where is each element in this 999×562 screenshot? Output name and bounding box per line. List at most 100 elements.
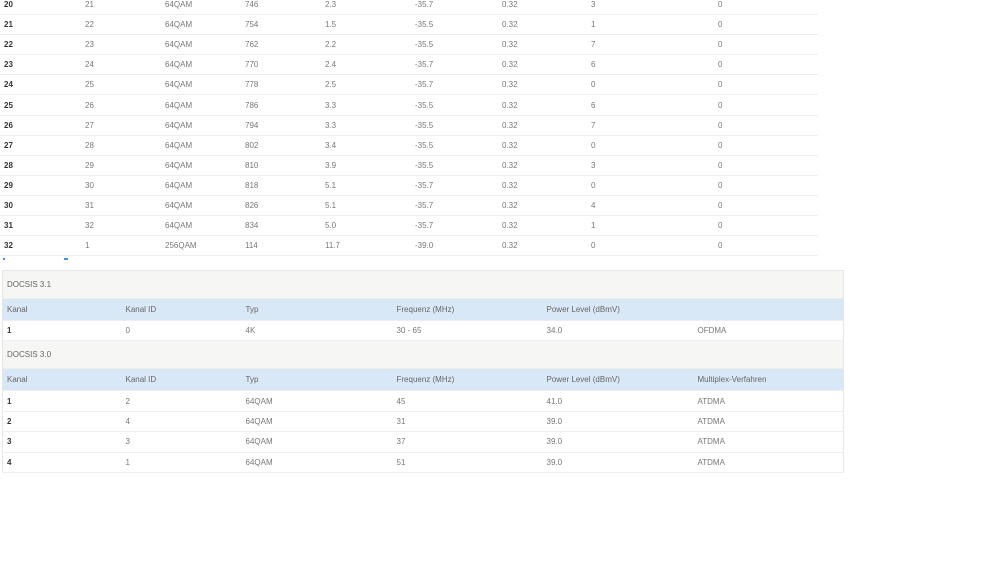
table-cell: 0 [718, 0, 818, 16]
table-cell: 7 [591, 34, 718, 56]
table-row: 24 25 64QAM 778 2.5 -35.7 0.32 0 0 [0, 74, 818, 96]
table-cell: 5.0 [325, 215, 415, 237]
table-cell: 3 [121, 431, 242, 453]
table-cell: 31 [0, 215, 85, 237]
table-cell: 1 [85, 235, 165, 257]
table-row: 3 3 64QAM 37 39.0 ATDMA [2, 431, 844, 453]
table-cell: 64QAM [165, 135, 245, 156]
table-cell: 0 [718, 74, 818, 96]
table-cell: 45 [392, 390, 543, 412]
table-row: 2 4 64QAM 31 39.0 ATDMA [2, 411, 844, 433]
table-cell: -35.5 [415, 34, 502, 56]
table-row: 27 28 64QAM 802 3.4 -35.5 0.32 0 0 [0, 135, 818, 156]
table-cell: 2.2 [325, 34, 415, 56]
table-cell: 0 [591, 74, 718, 96]
link-fragment [64, 258, 68, 260]
table-cell: -35.7 [415, 54, 502, 76]
table-cell: 0.32 [502, 175, 591, 196]
table-row: 23 24 64QAM 770 2.4 -35.7 0.32 6 0 [0, 54, 818, 76]
downstream-table: 20 21 64QAM 746 2.3 -35.7 0.32 3 0 21 22 64QAM 754 1.… [0, 0, 818, 257]
table-cell: ATDMA [693, 411, 844, 433]
table-row: 22 23 64QAM 762 2.2 -35.5 0.32 7 0 [0, 34, 818, 56]
table-cell: 39.0 [542, 411, 694, 433]
table-cell: 0 [718, 215, 818, 237]
table-cell: -35.5 [415, 135, 502, 156]
table-cell: 0.32 [502, 54, 591, 76]
column-header: Power Level (dBmV) [542, 368, 694, 392]
table-row: 1 2 64QAM 45 41.0 ATDMA [2, 390, 844, 412]
table-cell: 2.3 [325, 0, 415, 16]
table-cell: 32 [85, 215, 165, 237]
table-cell: 64QAM [165, 14, 245, 36]
table-cell: 3 [591, 155, 718, 176]
table-cell: ATDMA [693, 390, 844, 412]
table-cell: 64QAM [165, 74, 245, 96]
table-cell: 0 [718, 155, 818, 176]
table-cell: 4 [2, 452, 122, 473]
table-cell: 1 [2, 390, 122, 412]
table-cell: 0 [591, 235, 718, 257]
table-cell: 64QAM [165, 115, 245, 136]
table-cell: 0.32 [502, 195, 591, 217]
table-row: 28 29 64QAM 810 3.9 -35.5 0.32 3 0 [0, 155, 818, 176]
table-cell: 20 [0, 0, 85, 16]
table-cell: 5.1 [325, 195, 415, 217]
table-cell: 786 [245, 94, 325, 116]
table-cell: 3.3 [325, 94, 415, 116]
table-row: 20 21 64QAM 746 2.3 -35.7 0.32 3 0 [0, 0, 818, 16]
column-header: Kanal [2, 298, 122, 321]
table-cell: -35.7 [415, 0, 502, 16]
column-header-row: Kanal Kanal ID Typ Frequenz (MHz) Power Leve… [2, 298, 844, 321]
table-cell: 0.32 [502, 155, 591, 176]
table-cell: 0 [718, 54, 818, 76]
table-cell: 64QAM [165, 195, 245, 217]
table-cell: 802 [245, 135, 325, 156]
table-row: 30 31 64QAM 826 5.1 -35.7 0.32 4 0 [0, 195, 818, 217]
table-cell: 51 [392, 452, 543, 473]
table-cell: 2 [2, 411, 122, 433]
table-cell: 3 [591, 0, 718, 16]
table-cell: 754 [245, 14, 325, 36]
table-cell: 0.32 [502, 14, 591, 36]
table-cell: 0 [591, 135, 718, 156]
table-cell: 770 [245, 54, 325, 76]
table-cell: 24 [85, 54, 165, 76]
section-title: DOCSIS 3.0 [2, 340, 844, 370]
column-header: Typ [241, 368, 393, 392]
table-cell: 0 [121, 320, 242, 342]
table-row: 4 1 64QAM 51 39.0 ATDMA [2, 452, 844, 473]
table-cell: 7 [591, 115, 718, 136]
table-cell: 27 [0, 135, 85, 156]
table-cell: 0 [718, 94, 818, 116]
table-cell: 1.5 [325, 14, 415, 36]
table-row: 1 0 4K 30 - 65 34.0 OFDMA [2, 320, 844, 342]
table-cell: -35.5 [415, 115, 502, 136]
table-cell: 28 [0, 155, 85, 176]
table-cell: 3.3 [325, 115, 415, 136]
table-cell: 64QAM [165, 215, 245, 237]
table-cell: 23 [85, 34, 165, 56]
table-cell: 64QAM [241, 390, 393, 412]
table-row: 32 1 256QAM 114 11.7 -39.0 0.32 0 0 [0, 235, 818, 257]
table-cell: 23 [0, 54, 85, 76]
table-cell: 6 [591, 94, 718, 116]
table-cell: 37 [392, 431, 543, 453]
table-cell: 0.32 [502, 215, 591, 237]
table-cell: 256QAM [165, 235, 245, 257]
table-cell: 1 [591, 14, 718, 36]
table-cell: 0.32 [502, 34, 591, 56]
table-cell: 64QAM [165, 94, 245, 116]
table-cell: 30 - 65 [392, 320, 543, 342]
table-cell: -39.0 [415, 235, 502, 257]
table-row: 31 32 64QAM 834 5.0 -35.7 0.32 1 0 [0, 215, 818, 237]
table-cell: 21 [0, 14, 85, 36]
table-cell: 2.4 [325, 54, 415, 76]
table-cell: 22 [85, 14, 165, 36]
table-cell: 114 [245, 235, 325, 257]
table-cell: 0.32 [502, 115, 591, 136]
table-cell: OFDMA [693, 320, 844, 342]
table-cell: 24 [0, 74, 85, 96]
table-cell: 6 [591, 54, 718, 76]
table-row: 21 22 64QAM 754 1.5 -35.5 0.32 1 0 [0, 14, 818, 36]
table-cell: 1 [2, 320, 122, 342]
